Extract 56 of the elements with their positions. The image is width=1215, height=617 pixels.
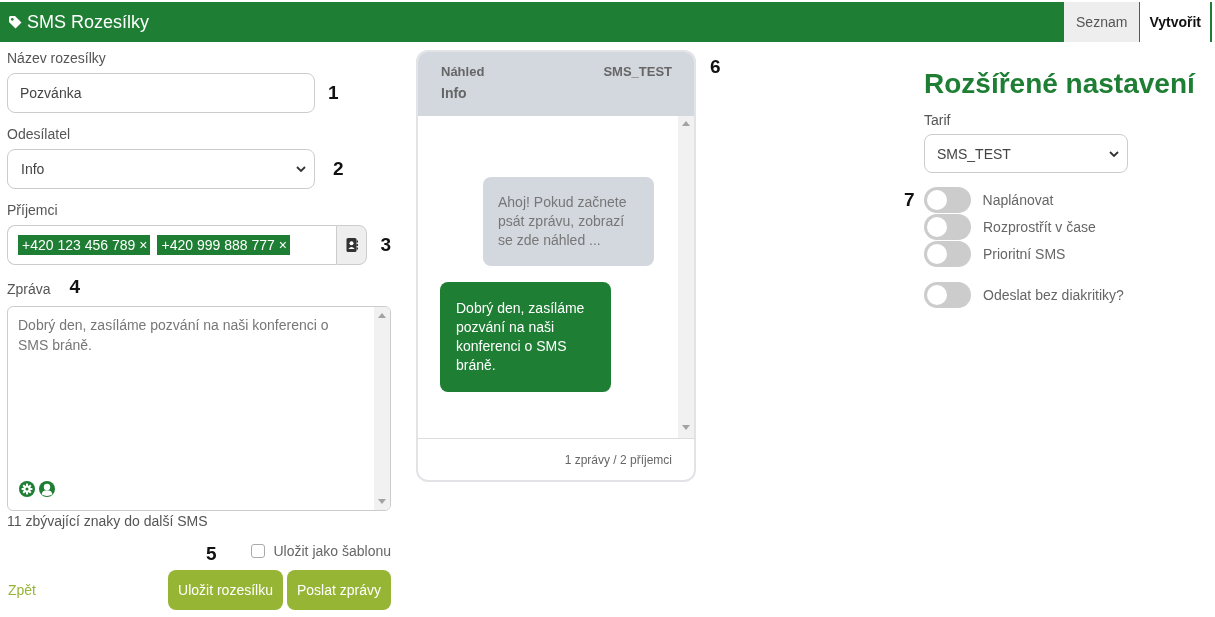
- caret-down-icon[interactable]: [378, 499, 386, 504]
- tariff-name: SMS_TEST: [603, 63, 672, 81]
- checkbox-label: Uložit jako šablonu: [273, 543, 391, 559]
- callout-number: 3: [380, 234, 391, 256]
- checkbox[interactable]: [251, 544, 266, 558]
- phone-number: +420 999 888 777: [161, 236, 275, 255]
- toggle-label: Rozprostřít v čase: [983, 218, 1096, 235]
- message-bubble: Dobrý den, zasíláme pozvání na naši konferenci o SMS bráně.: [440, 282, 611, 392]
- callout-number: 1: [328, 82, 339, 104]
- sender-name: Info: [441, 84, 468, 103]
- preview-title: Náhled: [441, 63, 485, 81]
- callout-number: 2: [333, 158, 344, 180]
- app-title: SMS Rozesílky: [27, 11, 150, 33]
- address-book-icon: [345, 238, 358, 252]
- phone-number: +420 123 456 789: [22, 236, 136, 255]
- name-field[interactable]: Pozvánka: [7, 73, 315, 113]
- toggle-switch[interactable]: [924, 281, 971, 308]
- tariff-select[interactable]: SMS_TEST: [924, 134, 1128, 173]
- toggle-label: Naplánovat: [982, 191, 1054, 208]
- message-text: Dobrý den, zasíláme pozvání na naši konferenci o SMS bráně.: [18, 316, 330, 355]
- contacts-button[interactable]: [336, 225, 368, 265]
- person-icon[interactable]: [39, 481, 55, 497]
- message-count: 1 zprávy / 2 příjemci: [564, 452, 672, 467]
- scrollbar[interactable]: [374, 307, 390, 510]
- scrollbar[interactable]: [678, 116, 694, 438]
- remove-button[interactable]: ×: [278, 235, 287, 255]
- chevron-down-icon: [296, 166, 306, 172]
- recipients-field[interactable]: +420 123 456 789 × +420 999 888 777 ×: [7, 225, 337, 265]
- chevron-down-icon: [1109, 150, 1119, 157]
- remove-button[interactable]: ×: [139, 235, 148, 255]
- field-label: Název rozesílky: [7, 49, 107, 68]
- callout-number: 4: [69, 276, 81, 298]
- tab[interactable]: Vytvořit: [1139, 2, 1212, 42]
- gear-icon[interactable]: [19, 481, 35, 497]
- toggle-switch[interactable]: [923, 186, 971, 213]
- character-counter: 11 zbývající znaky do další SMS: [7, 512, 209, 531]
- field-label: Zpráva: [7, 279, 51, 299]
- tab[interactable]: Seznam: [1064, 2, 1140, 42]
- toggle-switch[interactable]: [924, 213, 971, 240]
- sender-select[interactable]: Info: [7, 149, 315, 189]
- caret-up-icon[interactable]: [378, 313, 386, 318]
- toggle-switch[interactable]: [924, 240, 971, 267]
- caret-up-icon[interactable]: [682, 121, 690, 126]
- callout-number: 6: [710, 56, 721, 78]
- message-field[interactable]: Dobrý den, zasíláme pozvání na naši konferenci o SMS bráně.: [7, 306, 391, 511]
- callout-number: 5: [205, 543, 217, 565]
- toggle-label: Prioritní SMS: [983, 245, 1066, 262]
- field-label: Odesílatel: [7, 125, 72, 144]
- caret-down-icon[interactable]: [682, 425, 690, 430]
- tag-icon: [8, 15, 22, 29]
- hint-bubble: Ahoj! Pokud začnete psát zprávu, zobrazí se zde náhled ...: [483, 177, 654, 266]
- callout-number: 7: [904, 188, 915, 211]
- field-label: Tarif: [924, 111, 952, 130]
- field-label: Příjemci: [7, 201, 59, 220]
- section-heading: Rozšířené nastavení: [924, 67, 1197, 101]
- toggle-label: Odeslat bez diakritiky?: [983, 286, 1124, 303]
